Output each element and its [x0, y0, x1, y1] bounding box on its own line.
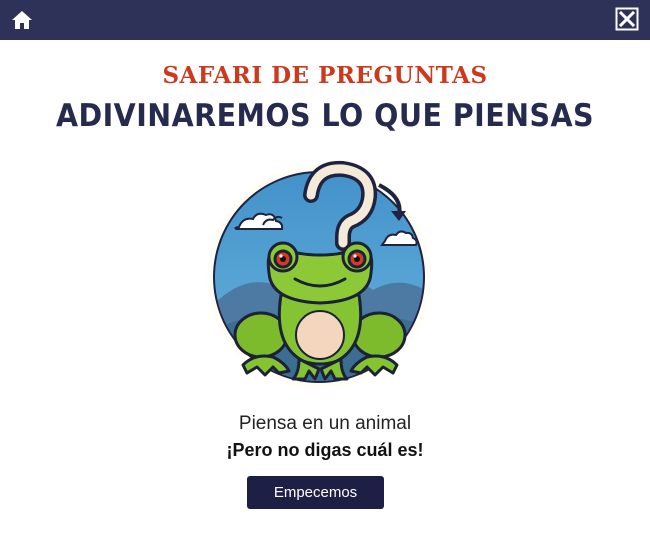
prompt-line-1: Piensa en un animal	[238, 413, 412, 434]
start-button[interactable]: Empecemos	[247, 476, 384, 509]
home-icon	[12, 11, 32, 29]
prompt-line-2: ¡Pero no digas cuál es!	[226, 440, 424, 460]
page-title: ADIVINAREMOS LO QUE PIENSAS	[55, 98, 595, 134]
frog-illustration	[203, 155, 439, 400]
close-button[interactable]	[615, 7, 639, 31]
top-bar	[0, 0, 650, 40]
safari-subtitle: SAFARI DE PREGUNTAS	[162, 62, 488, 89]
close-icon	[615, 7, 639, 31]
home-button[interactable]	[10, 8, 34, 32]
